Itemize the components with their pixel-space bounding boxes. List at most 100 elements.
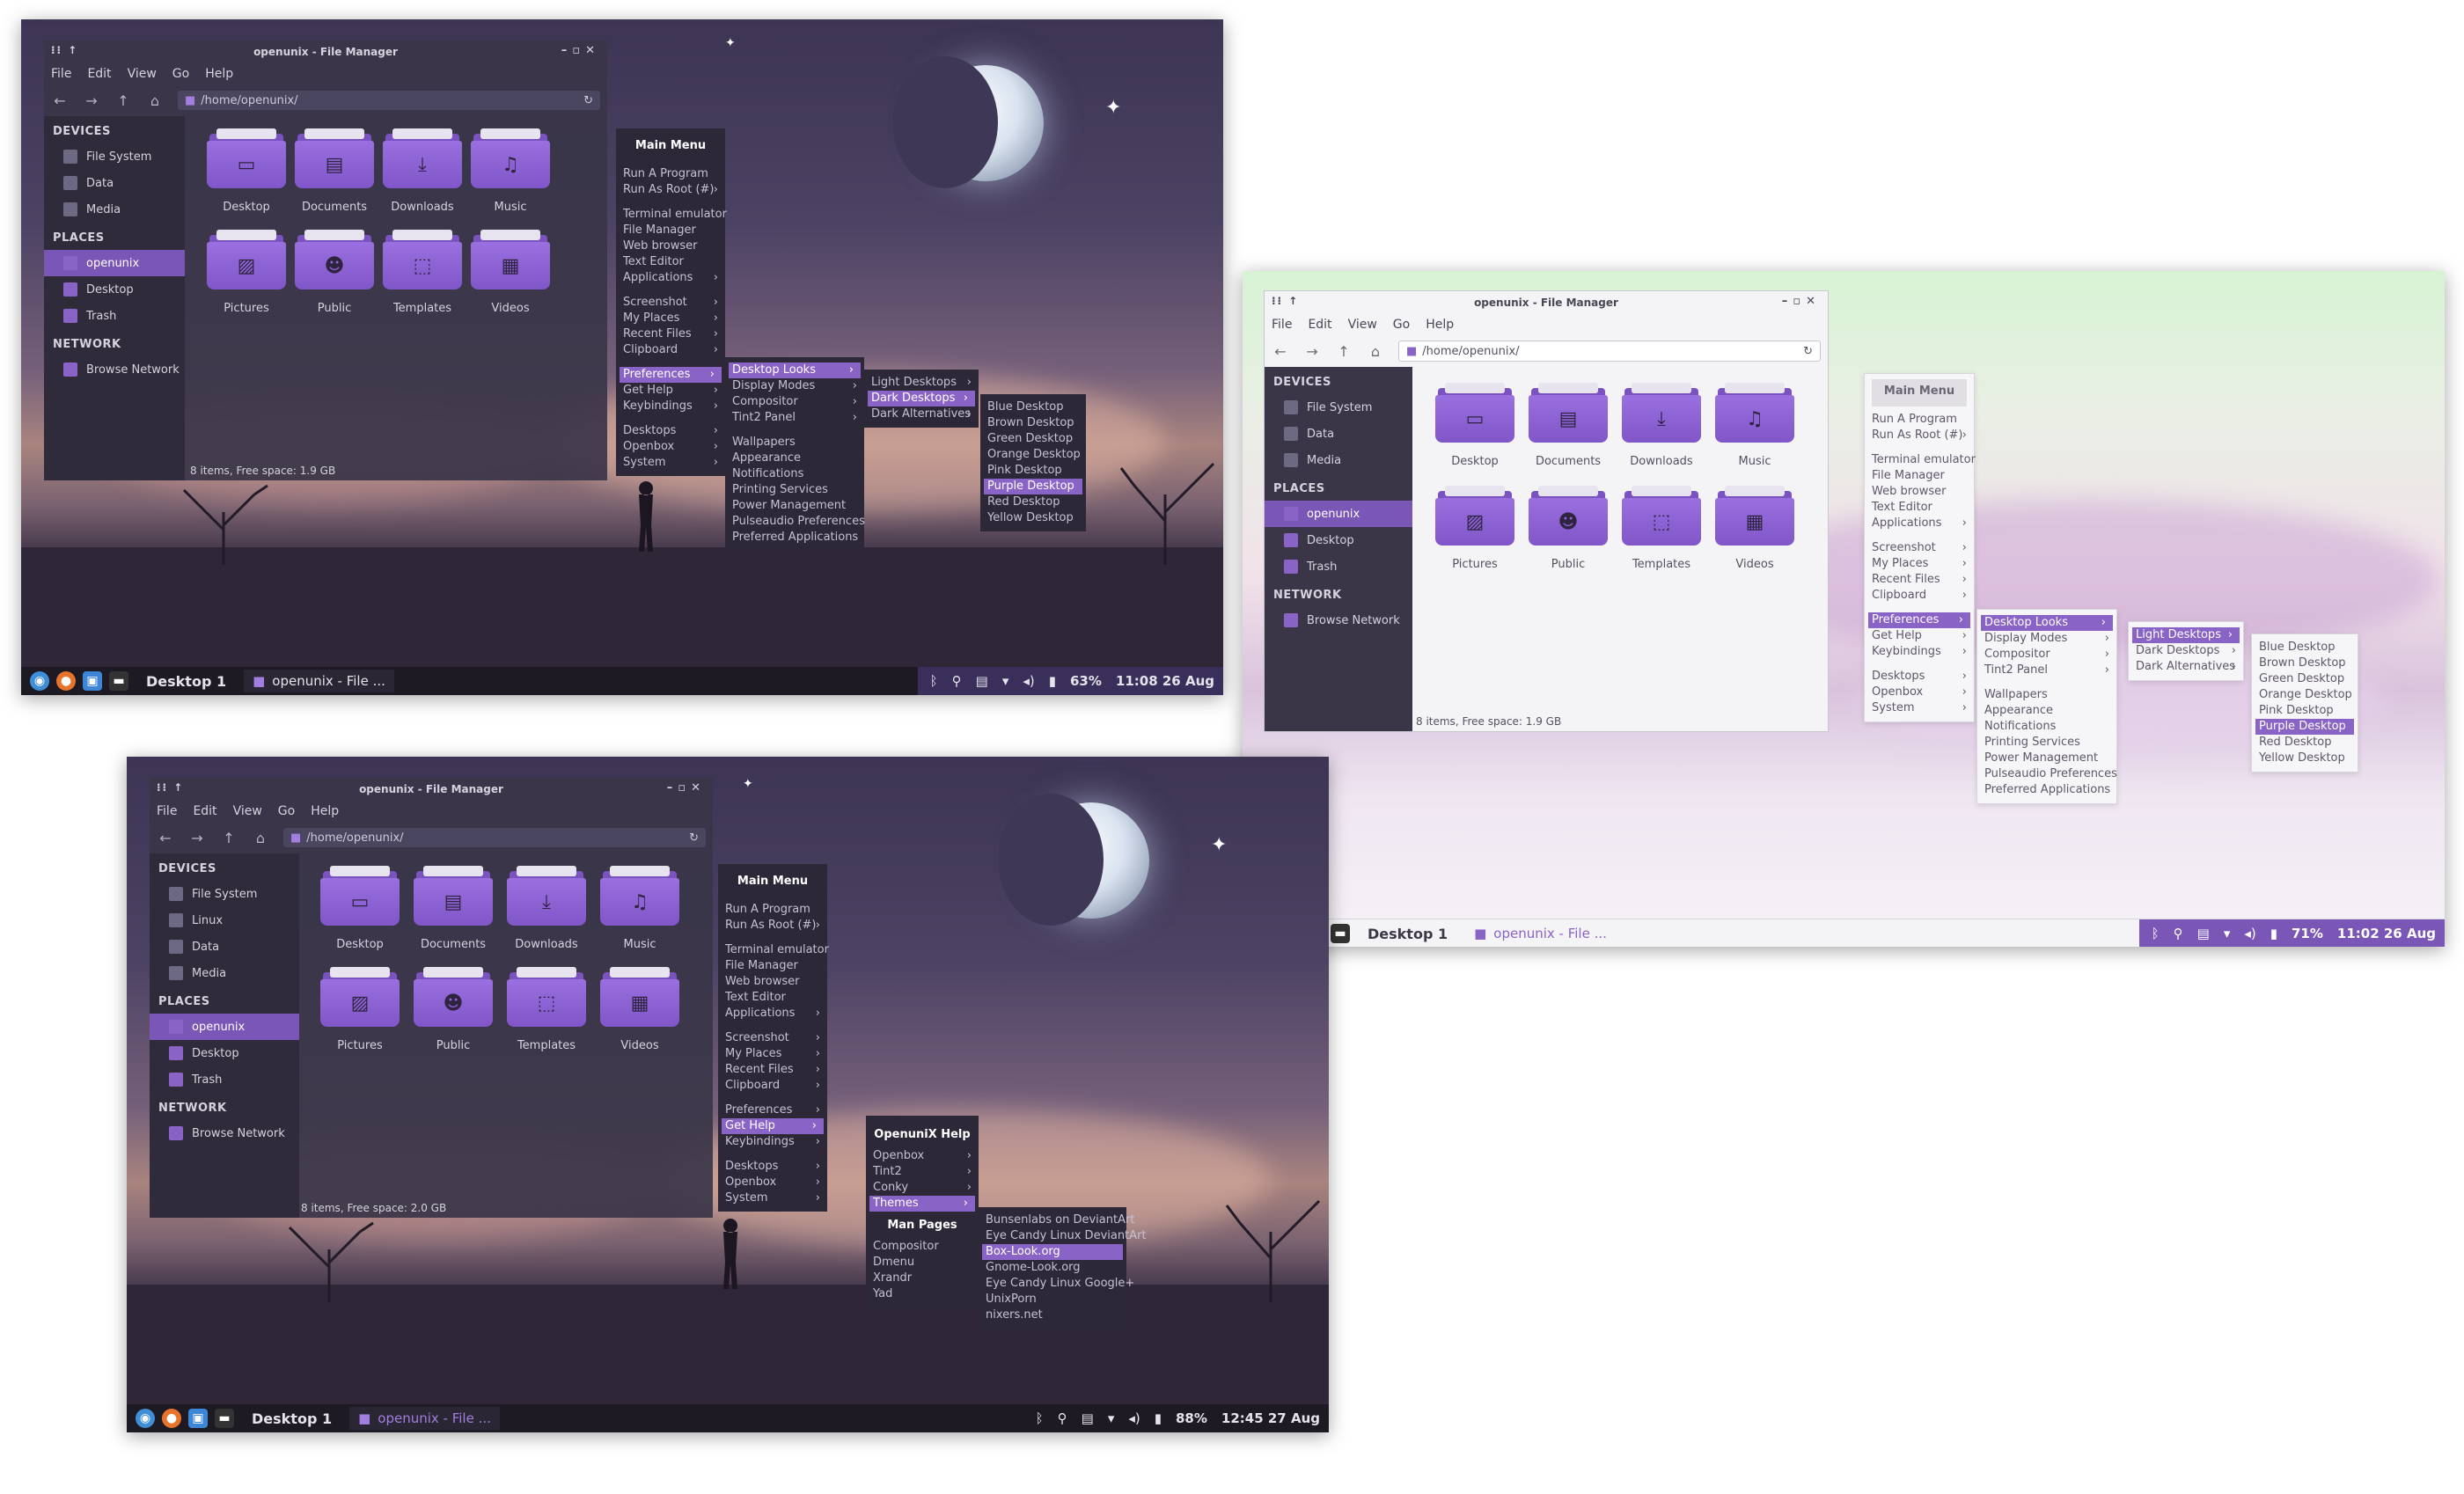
- home-icon[interactable]: ⌂: [252, 830, 269, 846]
- menu-item-power-management[interactable]: Power Management: [725, 498, 864, 514]
- menu-item-desktops[interactable]: Desktops: [1865, 669, 1974, 685]
- terminal-icon[interactable]: ▬: [109, 671, 128, 691]
- firefox-icon[interactable]: ●: [56, 671, 76, 691]
- back-arrow-icon[interactable]: ←: [51, 92, 69, 109]
- menu-item-orange-desktop[interactable]: Orange Desktop: [2252, 687, 2358, 703]
- folder-documents[interactable]: ▤ Documents: [1522, 383, 1615, 468]
- menu-edit[interactable]: Edit: [87, 67, 111, 81]
- menu-item-blue-desktop[interactable]: Blue Desktop: [980, 399, 1086, 415]
- menu-item-gnome-look-org[interactable]: Gnome-Look.org: [979, 1260, 1126, 1276]
- volume-icon[interactable]: ◂): [1128, 1410, 1140, 1426]
- up-arrow-icon[interactable]: ↑: [220, 830, 238, 846]
- menu-item-terminal-emulator[interactable]: Terminal emulator: [718, 942, 829, 958]
- menu-item-desktops[interactable]: Desktops: [718, 1159, 827, 1175]
- menu-item-light-desktops[interactable]: Light Desktops: [864, 375, 979, 391]
- menu-item-my-places[interactable]: My Places: [718, 1046, 827, 1062]
- menu-file[interactable]: File: [157, 804, 177, 818]
- up-arrow-icon[interactable]: ↑: [1335, 343, 1353, 360]
- menu-item-themes[interactable]: Themes: [869, 1196, 975, 1212]
- menu-item-clipboard[interactable]: Clipboard: [1865, 588, 1974, 604]
- menu-launcher-icon[interactable]: ◉: [136, 1409, 155, 1428]
- battery-icon[interactable]: ▮: [1049, 673, 1056, 689]
- menu-item-applications[interactable]: Applications: [1865, 516, 1974, 531]
- folder-music[interactable]: ♫ Music: [466, 128, 554, 214]
- sidebar-item-media[interactable]: Media: [150, 960, 299, 986]
- terminal-icon[interactable]: ▬: [215, 1409, 234, 1428]
- folder-downloads[interactable]: ⤓ Downloads: [500, 866, 593, 951]
- home-icon[interactable]: ⌂: [146, 92, 164, 109]
- clock[interactable]: 12:45 27 Aug: [1221, 1410, 1320, 1426]
- folder-templates[interactable]: ⬚ Templates: [1615, 486, 1708, 571]
- forward-arrow-icon[interactable]: →: [83, 92, 100, 109]
- display-icon[interactable]: ▤: [1082, 1410, 1094, 1426]
- menu-item-web-browser[interactable]: Web browser: [1865, 484, 1974, 500]
- sidebar-item-file-system[interactable]: File System: [150, 881, 299, 907]
- sidebar-item-openunix[interactable]: openunix: [1265, 501, 1412, 527]
- location-bar[interactable]: ■ /home/openunix/ ↻: [283, 828, 706, 847]
- battery-icon[interactable]: ▮: [1155, 1410, 1162, 1426]
- menu-item-recent-files[interactable]: Recent Files: [616, 326, 725, 342]
- menu-item-terminal-emulator[interactable]: Terminal emulator: [1865, 452, 1976, 468]
- menu-item-applications[interactable]: Applications: [718, 1006, 827, 1022]
- menu-item-notifications[interactable]: Notifications: [1977, 719, 2116, 735]
- folder-downloads[interactable]: ⤓ Downloads: [1615, 383, 1708, 468]
- folder-music[interactable]: ♫ Music: [593, 866, 686, 951]
- menu-item-clipboard[interactable]: Clipboard: [616, 342, 725, 358]
- battery-icon[interactable]: ▮: [2270, 926, 2277, 941]
- menu-help[interactable]: Help: [205, 67, 233, 81]
- menu-item-system[interactable]: System: [1865, 700, 1974, 716]
- sidebar-item-trash[interactable]: Trash: [150, 1066, 299, 1093]
- menu-view[interactable]: View: [233, 804, 262, 818]
- bluetooth-icon[interactable]: ᛒ: [1036, 1410, 1044, 1426]
- menu-item-keybindings[interactable]: Keybindings: [1865, 644, 1974, 660]
- folder-pictures[interactable]: ▨ Pictures: [1428, 486, 1522, 571]
- window-controls[interactable]: –▫✕: [667, 781, 706, 795]
- menu-file[interactable]: File: [1272, 318, 1292, 332]
- folder-templates[interactable]: ⬚ Templates: [378, 230, 466, 315]
- back-arrow-icon[interactable]: ←: [157, 830, 174, 846]
- menu-go[interactable]: Go: [1393, 318, 1410, 332]
- menu-item-blue-desktop[interactable]: Blue Desktop: [2252, 640, 2358, 655]
- menu-item-brown-desktop[interactable]: Brown Desktop: [2252, 655, 2358, 671]
- menu-item-run-a-program[interactable]: Run A Program: [718, 902, 827, 918]
- location-bar[interactable]: ■ /home/openunix/ ↻: [1398, 341, 1821, 362]
- menu-item-tint2-panel[interactable]: Tint2 Panel: [725, 410, 864, 426]
- window-controls[interactable]: –▫✕: [561, 44, 600, 57]
- menu-item-openbox[interactable]: Openbox: [718, 1175, 827, 1190]
- menu-item-tint2-panel[interactable]: Tint2 Panel: [1977, 663, 2116, 678]
- sidebar-item-browse-network[interactable]: Browse Network: [1265, 607, 1412, 633]
- menu-item-my-places[interactable]: My Places: [1865, 556, 1974, 572]
- menu-item-file-manager[interactable]: File Manager: [1865, 468, 1974, 484]
- menu-item-eye-candy-linux-google[interactable]: Eye Candy Linux Google+: [979, 1276, 1134, 1292]
- menu-item-text-editor[interactable]: Text Editor: [616, 254, 725, 270]
- menu-item-desktops[interactable]: Desktops: [616, 423, 725, 439]
- menu-item-conky[interactable]: Conky: [866, 1180, 979, 1196]
- menu-item-text-editor[interactable]: Text Editor: [1865, 500, 1974, 516]
- menu-item-printing-services[interactable]: Printing Services: [1977, 735, 2116, 751]
- menu-item-keybindings[interactable]: Keybindings: [718, 1134, 827, 1150]
- menu-item-run-a-program[interactable]: Run A Program: [1865, 412, 1974, 428]
- menu-item-text-editor[interactable]: Text Editor: [718, 990, 827, 1006]
- menu-item-compositor[interactable]: Compositor: [1977, 647, 2116, 663]
- window-titlebar[interactable]: ⁝⁝ ↑ openunix - File Manager –▫✕: [1265, 291, 1828, 314]
- menu-item-openbox[interactable]: Openbox: [1865, 685, 1974, 700]
- menu-item-pink-desktop[interactable]: Pink Desktop: [2252, 703, 2358, 719]
- sidebar-item-trash[interactable]: Trash: [1265, 553, 1412, 580]
- folder-desktop[interactable]: ▭ Desktop: [1428, 383, 1522, 468]
- menu-item-wallpapers[interactable]: Wallpapers: [1977, 687, 2116, 703]
- menu-item-printing-services[interactable]: Printing Services: [725, 482, 864, 498]
- forward-arrow-icon[interactable]: →: [188, 830, 206, 846]
- menu-launcher-icon[interactable]: ◉: [30, 671, 49, 691]
- menu-help[interactable]: Help: [1426, 318, 1454, 332]
- file-manager-icon[interactable]: ▣: [188, 1409, 208, 1428]
- wifi-icon[interactable]: ▾: [2224, 926, 2231, 941]
- menu-item-preferences[interactable]: Preferences: [620, 367, 722, 383]
- folder-videos[interactable]: ▦ Videos: [593, 967, 686, 1052]
- taskbar-window-button[interactable]: ■ openunix - File ...: [1465, 922, 1616, 945]
- menu-item-run-a-program[interactable]: Run A Program: [616, 166, 725, 182]
- sidebar-item-file-system[interactable]: File System: [1265, 394, 1412, 421]
- menu-item-screenshot[interactable]: Screenshot: [1865, 540, 1974, 556]
- window-controls[interactable]: –▫✕: [1782, 295, 1821, 308]
- menu-item-compositor[interactable]: Compositor: [866, 1239, 979, 1255]
- sidebar-item-data[interactable]: Data: [44, 170, 185, 196]
